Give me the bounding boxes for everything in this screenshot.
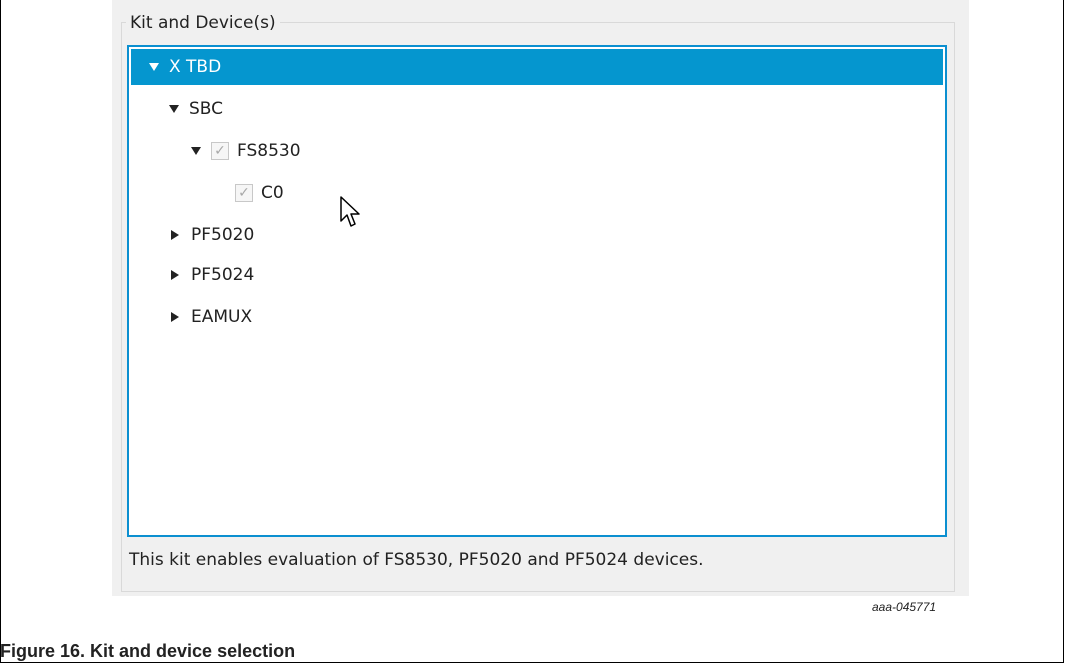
device-tree[interactable]: X TBD SBC ✓ FS8530 ✓ C0 PF5020 PF5024 EA… [127,45,947,537]
group-title: Kit and Device(s) [126,12,280,34]
tree-item-fs8530[interactable]: ✓ FS8530 [191,133,301,169]
tree-item-eamux[interactable]: EAMUX [171,299,252,335]
tree-item-sbc[interactable]: SBC [169,91,223,127]
figure-code: aaa-045771 [872,600,937,614]
tree-item-label: EAMUX [191,307,253,327]
expand-down-icon[interactable] [169,105,179,113]
tree-item-label: X TBD [169,57,222,77]
figure-caption: Figure 16. Kit and device selection [0,641,296,661]
checkbox-check-icon[interactable]: ✓ [211,142,229,160]
tree-item-label: PF5024 [191,265,255,285]
tree-item-label: SBC [189,99,224,119]
mouse-cursor-icon [340,196,360,227]
expand-right-icon[interactable] [171,230,179,240]
kit-description: This kit enables evaluation of FS8530, P… [129,550,704,570]
tree-item-root[interactable]: X TBD [131,49,943,85]
checkbox-check-icon[interactable]: ✓ [235,184,253,202]
tree-item-label: C0 [261,183,284,203]
tree-item-pf5024[interactable]: PF5024 [171,257,254,293]
tree-item-c0[interactable]: ✓ C0 [235,175,284,211]
tree-item-pf5020[interactable]: PF5020 [171,217,254,253]
tree-item-label: FS8530 [237,141,301,161]
expand-right-icon[interactable] [171,312,179,322]
expand-down-icon[interactable] [191,147,201,155]
expand-down-icon[interactable] [149,63,159,71]
expand-right-icon[interactable] [171,270,179,280]
tree-item-label: PF5020 [191,225,255,245]
